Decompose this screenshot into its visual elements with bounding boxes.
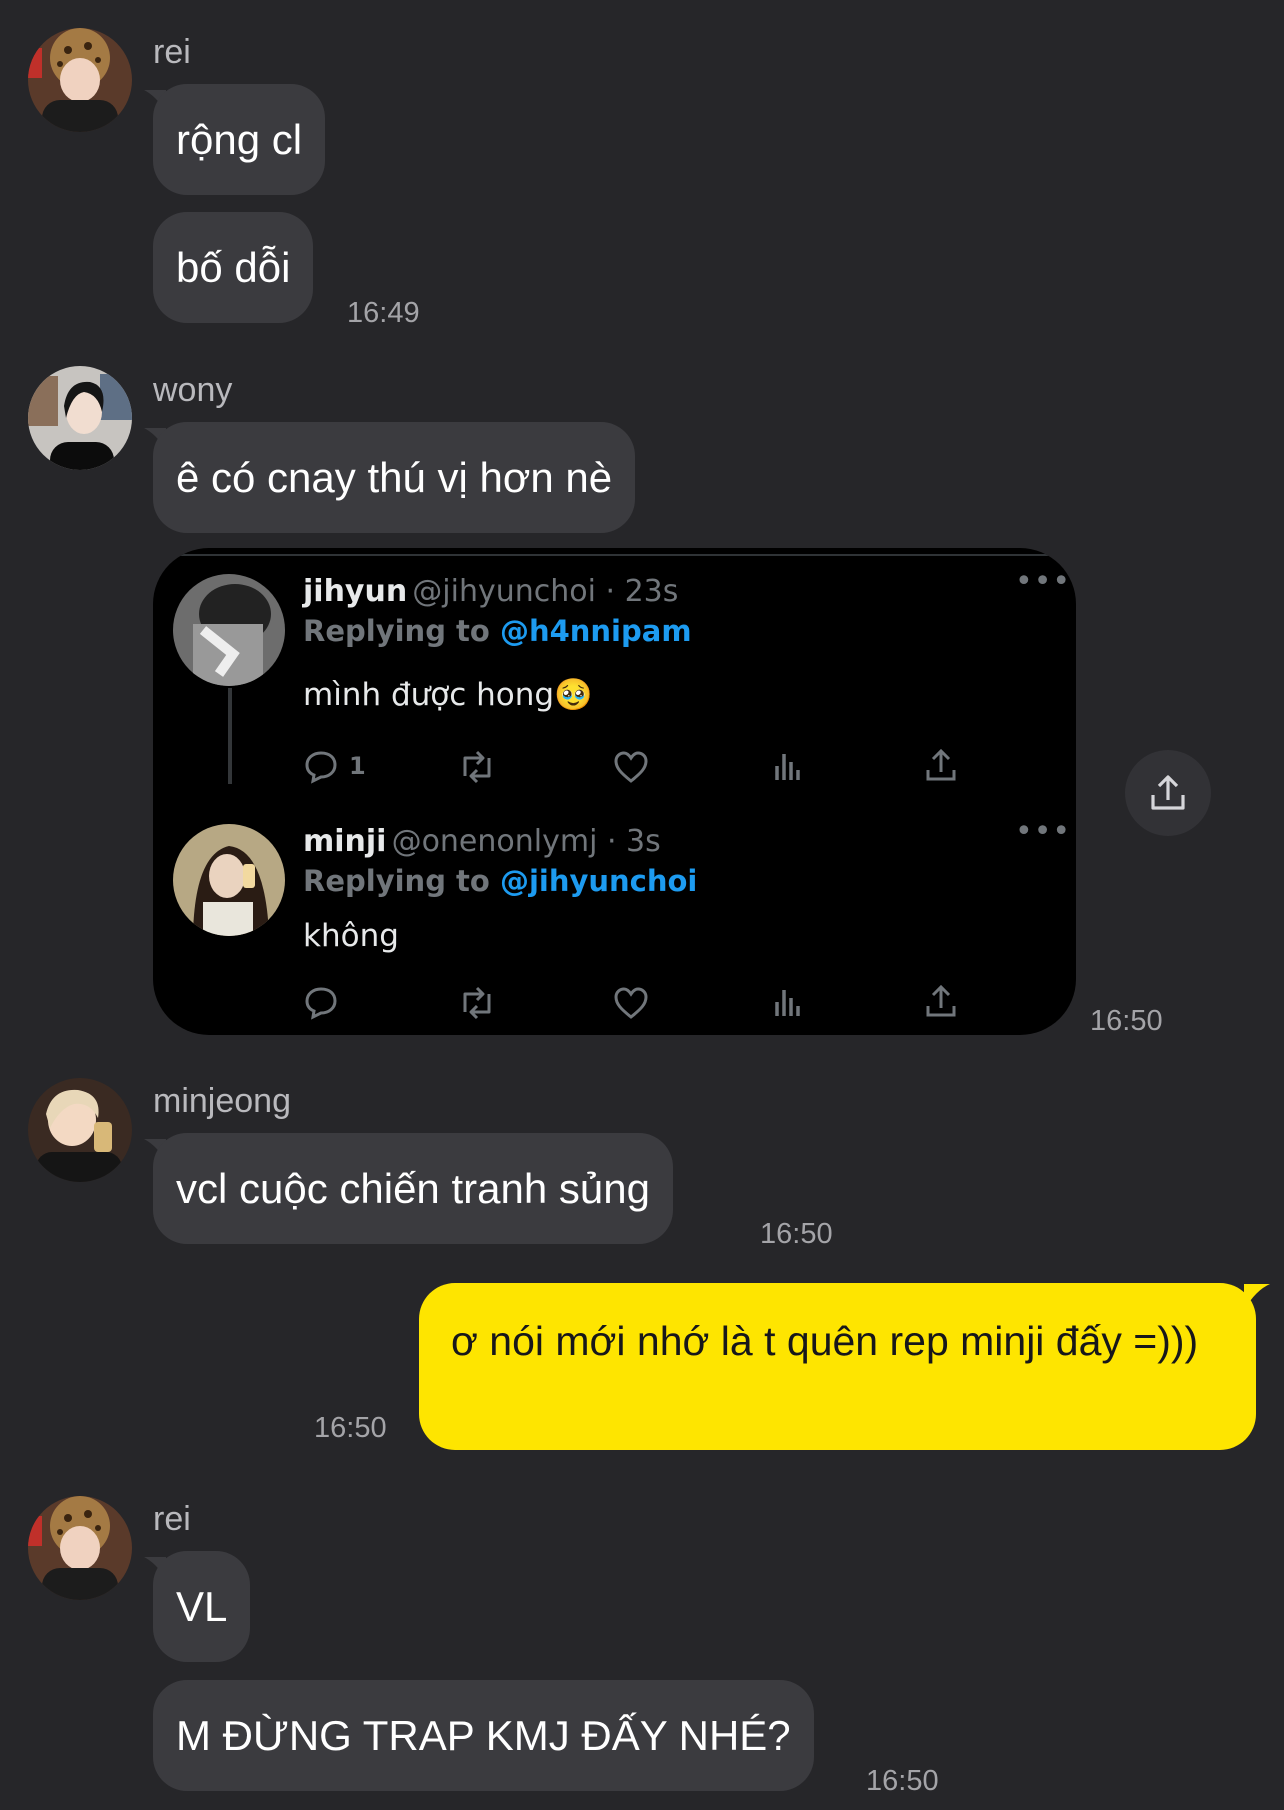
message-timestamp: 16:50	[866, 1765, 939, 1797]
replying-label: Replying to	[303, 614, 500, 648]
tweet-text: mình được hong🥹	[303, 677, 593, 713]
message-bubble[interactable]: vcl cuộc chiến tranh sủng	[153, 1133, 673, 1244]
avatar-minji	[173, 824, 285, 936]
reply-icon	[303, 748, 339, 784]
tweet-author-handle: @jihyunchoi · 23s	[412, 574, 679, 609]
reply-icon	[303, 984, 339, 1020]
message-text: VL	[176, 1582, 228, 1630]
avatar-jihyun	[173, 574, 285, 686]
like-icon	[613, 750, 649, 784]
sender-name: rei	[153, 33, 191, 71]
message-text: ơ nói mới nhớ là t quên rep minji đấy =)…	[451, 1318, 1199, 1364]
more-dots-icon: •••	[1015, 564, 1072, 599]
message-text: ê có cnay thú vị hơn nè	[176, 453, 613, 501]
message-text: vcl cuộc chiến tranh sủng	[176, 1164, 650, 1212]
thread-line	[228, 688, 232, 784]
tweet-header: minji @onenonlymj · 3s	[303, 824, 661, 859]
message-text: rộng cl	[176, 115, 303, 163]
avatar-rei[interactable]	[28, 28, 132, 132]
message-timestamp: 16:50	[314, 1412, 387, 1444]
retweet-icon	[457, 986, 497, 1020]
tweet-replying-to: Replying to @h4nnipam	[303, 614, 692, 648]
like-icon	[613, 986, 649, 1020]
sender-name: rei	[153, 1500, 191, 1538]
sender-name: minjeong	[153, 1082, 291, 1120]
message-bubble[interactable]: ê có cnay thú vị hơn nè	[153, 422, 636, 533]
retweet-icon	[457, 750, 497, 784]
replying-handle: @h4nnipam	[499, 614, 692, 648]
reply-count: 1	[349, 752, 366, 780]
share-icon	[925, 748, 957, 782]
message-timestamp: 16:50	[1090, 1005, 1163, 1037]
message-text: bố dỗi	[176, 243, 291, 291]
tweet-header: jihyun @jihyunchoi · 23s	[303, 574, 678, 609]
more-dots-icon: •••	[1015, 814, 1072, 849]
my-message-bubble[interactable]: ơ nói mới nhớ là t quên rep minji đấy =)…	[419, 1283, 1256, 1450]
tweet-replying-to: Replying to @jihyunchoi	[303, 864, 697, 898]
message-bubble[interactable]: rộng cl	[153, 84, 326, 195]
share-icon	[925, 984, 957, 1018]
tweet-author-handle: @onenonlymj · 3s	[391, 824, 661, 859]
replying-label: Replying to	[303, 864, 500, 898]
tweet-author-name: jihyun	[303, 574, 408, 609]
analytics-icon	[773, 750, 803, 782]
tweet-text: không	[303, 918, 399, 954]
share-icon[interactable]	[1125, 750, 1211, 836]
sender-name: wony	[153, 371, 233, 409]
message-timestamp: 16:50	[760, 1218, 833, 1250]
avatar-rei[interactable]	[28, 1496, 132, 1600]
message-bubble[interactable]: bố dỗi	[153, 212, 314, 323]
tweet-author-name: minji	[303, 824, 387, 859]
message-text: M ĐỪNG TRAP KMJ ĐẤY NHÉ?	[176, 1711, 791, 1759]
avatar-minjeong[interactable]	[28, 1078, 132, 1182]
tweet-screenshot-image[interactable]: jihyun @jihyunchoi · 23s ••• Replying to…	[153, 548, 1076, 1035]
message-bubble[interactable]: VL	[153, 1551, 251, 1662]
replying-handle: @jihyunchoi	[499, 864, 698, 898]
divider	[153, 554, 1076, 556]
analytics-icon	[773, 986, 803, 1018]
message-timestamp: 16:49	[347, 297, 420, 329]
message-bubble[interactable]: M ĐỪNG TRAP KMJ ĐẤY NHÉ?	[153, 1680, 814, 1791]
avatar-wony[interactable]	[28, 366, 132, 470]
